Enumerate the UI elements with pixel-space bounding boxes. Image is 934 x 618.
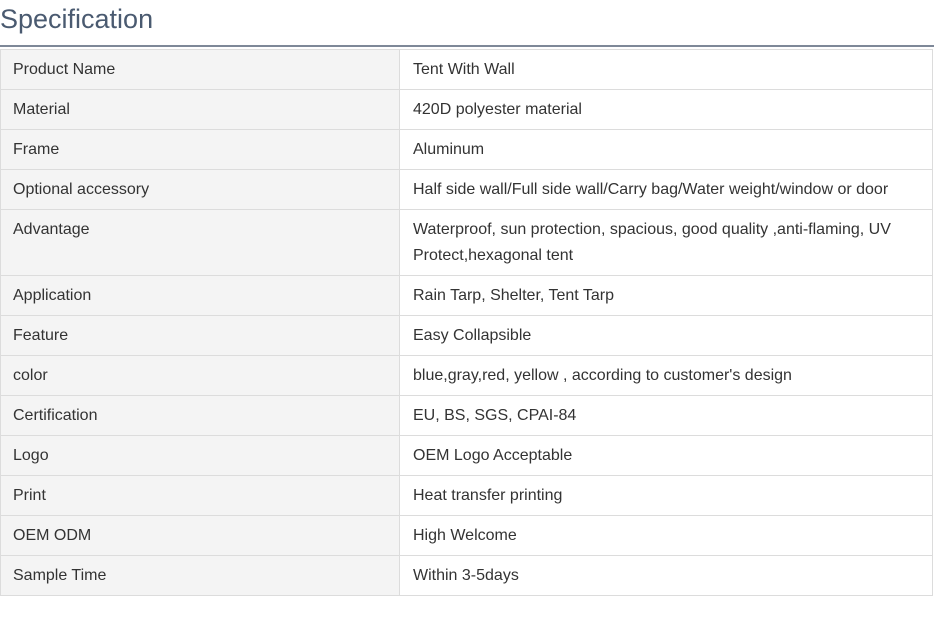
- row-label: Application: [0, 275, 400, 316]
- page-title: Specification: [0, 4, 154, 34]
- table-row: Logo OEM Logo Acceptable: [0, 435, 933, 476]
- row-value: Easy Collapsible: [399, 315, 933, 356]
- row-label: Certification: [0, 395, 400, 436]
- row-value: Heat transfer printing: [399, 475, 933, 516]
- table-row: Sample Time Within 3-5days: [0, 555, 933, 596]
- row-label: Product Name: [0, 49, 400, 90]
- title-divider: [0, 45, 934, 47]
- table-row: Print Heat transfer printing: [0, 475, 933, 516]
- row-label: Frame: [0, 129, 400, 170]
- row-label: Feature: [0, 315, 400, 356]
- row-value: 420D polyester material: [399, 89, 933, 130]
- table-row: Product Name Tent With Wall: [0, 49, 933, 90]
- table-row: Advantage Waterproof, sun protection, sp…: [0, 209, 933, 276]
- row-value: Half side wall/Full side wall/Carry bag/…: [399, 169, 933, 210]
- row-label: Logo: [0, 435, 400, 476]
- table-row: Application Rain Tarp, Shelter, Tent Tar…: [0, 275, 933, 316]
- table-row: Optional accessory Half side wall/Full s…: [0, 169, 933, 210]
- row-label: Sample Time: [0, 555, 400, 596]
- row-value: High Welcome: [399, 515, 933, 556]
- row-value: Waterproof, sun protection, spacious, go…: [399, 209, 933, 276]
- row-label: OEM ODM: [0, 515, 400, 556]
- row-value: EU, BS, SGS, CPAI-84: [399, 395, 933, 436]
- row-value: blue,gray,red, yellow , according to cus…: [399, 355, 933, 396]
- table-row: color blue,gray,red, yellow , according …: [0, 355, 933, 396]
- table-row: Feature Easy Collapsible: [0, 315, 933, 356]
- table-row: Certification EU, BS, SGS, CPAI-84: [0, 395, 933, 436]
- table-row: Material 420D polyester material: [0, 89, 933, 130]
- specification-table: Product Name Tent With Wall Material 420…: [0, 49, 933, 596]
- table-row: OEM ODM High Welcome: [0, 515, 933, 556]
- row-label: Advantage: [0, 209, 400, 276]
- row-value: Tent With Wall: [399, 49, 933, 90]
- table-row: Frame Aluminum: [0, 129, 933, 170]
- row-value: Rain Tarp, Shelter, Tent Tarp: [399, 275, 933, 316]
- row-label: Material: [0, 89, 400, 130]
- row-label: Optional accessory: [0, 169, 400, 210]
- row-value: Within 3-5days: [399, 555, 933, 596]
- row-label: color: [0, 355, 400, 396]
- row-value: Aluminum: [399, 129, 933, 170]
- row-value: OEM Logo Acceptable: [399, 435, 933, 476]
- row-label: Print: [0, 475, 400, 516]
